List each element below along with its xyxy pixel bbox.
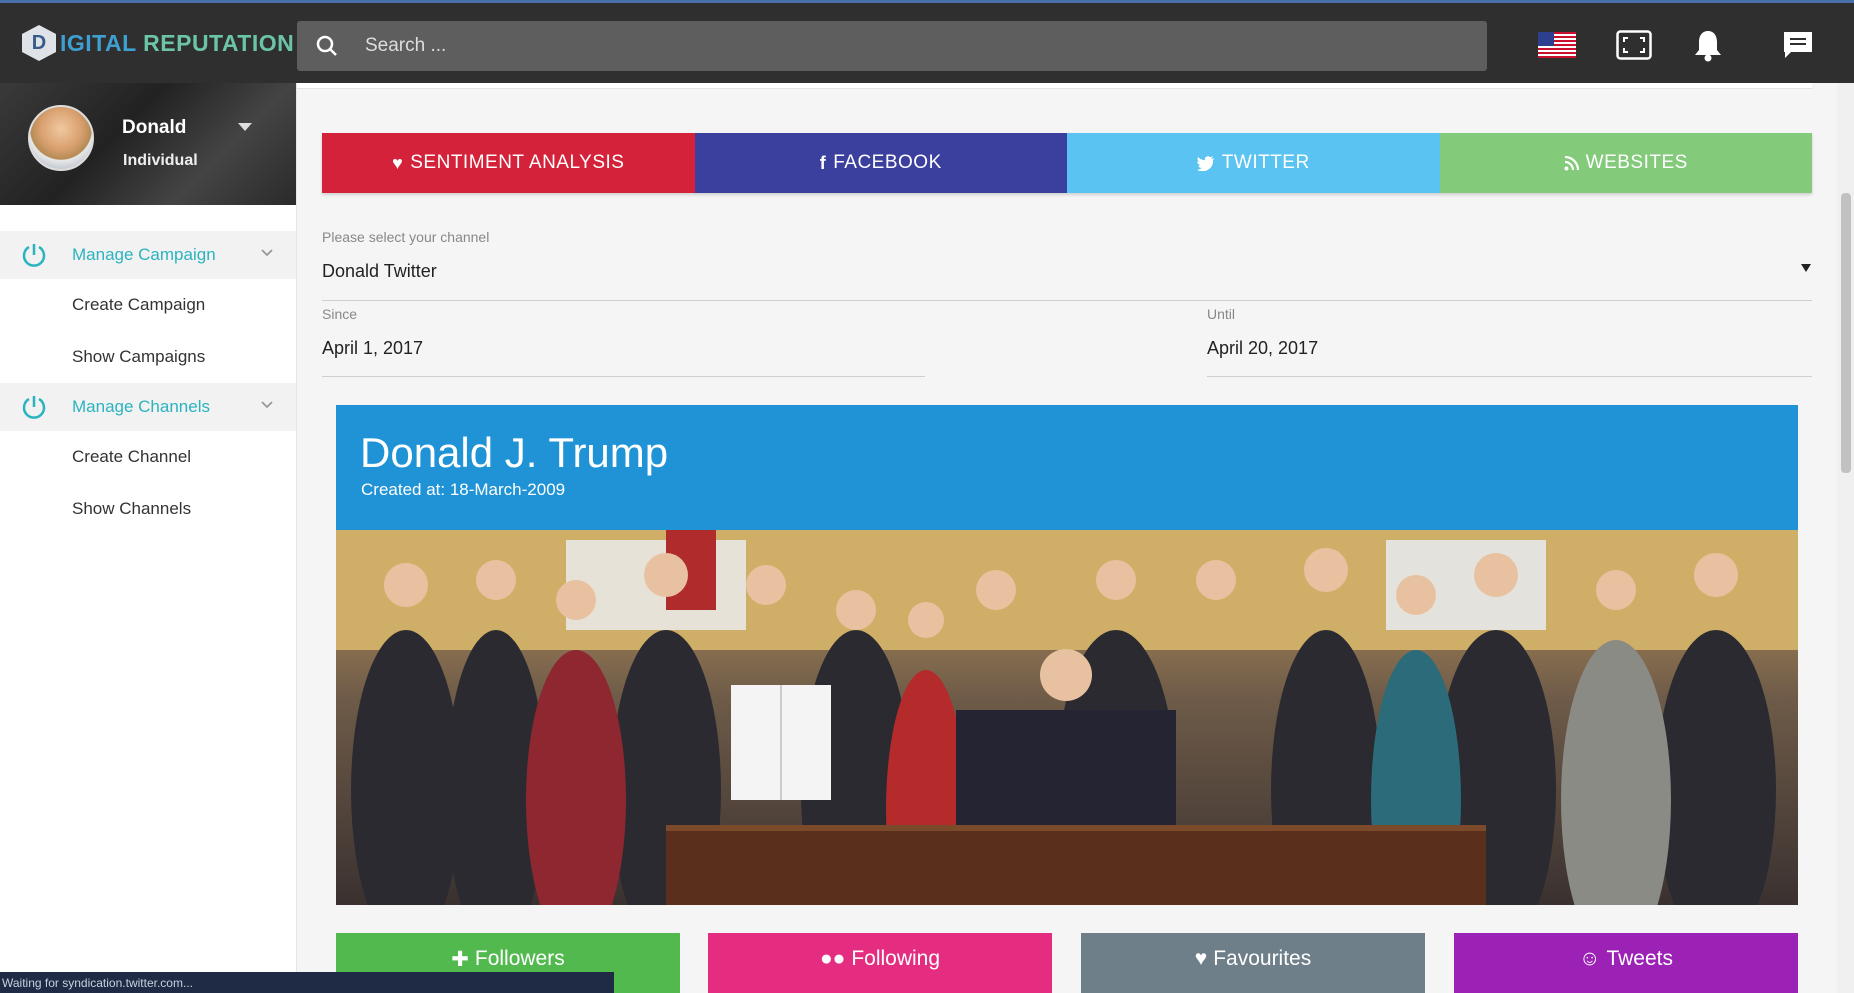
sidebar-item-show-channels[interactable]: Show Channels — [0, 483, 296, 535]
tab-sentiment-analysis[interactable]: ♥ SENTIMENT ANALYSIS — [322, 133, 695, 193]
user-icon: ☺ — [1579, 947, 1601, 970]
cover-photo — [336, 530, 1798, 905]
users-plus-icon: ✚ — [451, 948, 469, 971]
sidebar-item-create-channel[interactable]: Create Channel — [0, 431, 296, 483]
power-icon — [22, 396, 46, 419]
bell-icon[interactable] — [1688, 25, 1728, 65]
facebook-icon: f — [819, 152, 827, 173]
sidebar-section-label: Manage Channels — [72, 397, 210, 416]
account-name: Donald J. Trump — [360, 429, 669, 476]
heart-icon: ♥ — [392, 152, 404, 173]
logo-hex-icon: D — [22, 25, 56, 61]
chevron-down-icon[interactable] — [260, 248, 274, 258]
tab-twitter[interactable]: TWITTER — [1067, 133, 1440, 193]
since-field[interactable]: April 1, 2017 — [322, 338, 423, 359]
stat-tweets[interactable]: ☺ Tweets — [1454, 933, 1798, 993]
search-icon[interactable] — [297, 34, 357, 58]
logo-text-secondary: REPUTATION — [143, 29, 295, 56]
users-icon: ●● — [819, 947, 846, 970]
search-input[interactable] — [365, 35, 1365, 57]
since-label: Since — [322, 306, 358, 322]
profile-name[interactable]: Donald — [122, 117, 186, 139]
avatar — [28, 105, 94, 171]
channel-select[interactable]: Donald Twitter — [322, 261, 437, 282]
profile-panel: Donald Individual — [0, 83, 296, 205]
top-bar: D IGITAL REPUTATION — [0, 0, 1854, 83]
stat-following[interactable]: ●● Following — [708, 933, 1052, 993]
sidebar-item-create-campaign[interactable]: Create Campaign — [0, 279, 296, 331]
power-icon — [22, 244, 46, 267]
fullscreen-icon[interactable] — [1614, 25, 1654, 65]
sidebar-item-show-campaigns[interactable]: Show Campaigns — [0, 331, 296, 383]
sidebar-section-manage-channels[interactable]: Manage Channels — [0, 383, 296, 431]
app-logo[interactable]: D IGITAL REPUTATION — [22, 25, 294, 61]
logo-text-primary: IGITAL — [60, 29, 137, 56]
sidebar-section-manage-campaign[interactable]: Manage Campaign — [0, 231, 296, 279]
cover-photo-image — [336, 530, 1798, 905]
sidebar: Donald Individual Manage Campaign Create… — [0, 83, 297, 993]
search-bar — [297, 21, 1487, 71]
main-content: ♥ SENTIMENT ANALYSIS f FACEBOOK TWITTER … — [297, 83, 1837, 993]
top-card-edge — [297, 83, 1812, 89]
twitter-icon — [1196, 155, 1214, 171]
account-created-date: Created at: 18-March-2009 — [361, 480, 566, 499]
chevron-down-icon[interactable] — [260, 400, 274, 410]
profile-role: Individual — [123, 152, 198, 169]
rss-icon — [1564, 155, 1579, 170]
profile-dropdown-icon[interactable] — [238, 123, 252, 131]
channel-select-label: Please select your channel — [322, 229, 490, 245]
until-field[interactable]: April 20, 2017 — [1207, 338, 1318, 359]
until-underline — [1207, 376, 1812, 377]
browser-status-bar: Waiting for syndication.twitter.com... — [0, 972, 614, 993]
us-flag-icon[interactable] — [1537, 25, 1577, 65]
heart-icon: ♥ — [1194, 947, 1208, 970]
channel-select-underline — [322, 300, 1812, 301]
stat-favourites[interactable]: ♥ Favourites — [1081, 933, 1425, 993]
since-underline — [322, 376, 925, 377]
scrollbar-thumb[interactable] — [1841, 193, 1851, 473]
until-label: Until — [1207, 306, 1236, 322]
account-card-header: Donald J. Trump Created at: 18-March-200… — [336, 405, 1798, 530]
channel-tabs: ♥ SENTIMENT ANALYSIS f FACEBOOK TWITTER … — [322, 133, 1812, 193]
tab-websites[interactable]: WEBSITES — [1439, 133, 1812, 193]
scrollbar[interactable] — [1837, 83, 1854, 993]
tab-facebook[interactable]: f FACEBOOK — [694, 133, 1067, 193]
chat-icon[interactable] — [1778, 25, 1818, 65]
sidebar-section-label: Manage Campaign — [72, 245, 216, 264]
caret-down-icon[interactable] — [1801, 264, 1811, 272]
